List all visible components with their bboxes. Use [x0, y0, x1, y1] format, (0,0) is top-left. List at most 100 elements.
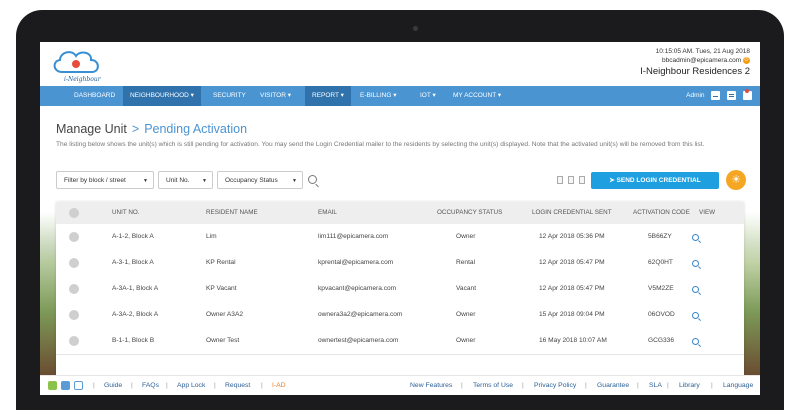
- activation-code: GCG336: [648, 337, 675, 344]
- notification-icon[interactable]: [743, 88, 752, 100]
- footer-link-terms[interactable]: Terms of Use: [473, 376, 513, 395]
- col-email[interactable]: EMAIL: [318, 202, 337, 224]
- page-title-main: Manage Unit: [56, 122, 127, 136]
- credential-sent-date: 12 Apr 2018 05:47 PM: [539, 285, 605, 292]
- unit-no: A-3A-1, Block A: [112, 285, 159, 292]
- col-resident-name[interactable]: RESIDENT NAME: [206, 202, 258, 224]
- activation-code: 06OVOD: [648, 311, 675, 318]
- table-row[interactable]: A-3-1, Block A KP Rental kprental@epicam…: [56, 250, 744, 277]
- footer-divider: |: [637, 382, 639, 389]
- nav-dashboard[interactable]: DASHBOARD: [66, 86, 123, 106]
- document-icon[interactable]: [727, 90, 737, 100]
- nav-iot[interactable]: IOT ▾: [412, 86, 444, 106]
- row-select-radio[interactable]: [69, 258, 79, 268]
- footer-link-privacy[interactable]: Privacy Policy: [534, 376, 576, 395]
- footer-divider: |: [214, 382, 216, 389]
- filter-unit-no[interactable]: Unit No. ▼: [158, 171, 213, 189]
- footer-link-library[interactable]: Library: [679, 376, 700, 395]
- footer-divider: |: [166, 382, 168, 389]
- apple-icon[interactable]: [61, 381, 70, 390]
- nav-my-account[interactable]: MY ACCOUNT ▾: [445, 86, 509, 106]
- profile-icon[interactable]: [711, 90, 721, 100]
- credential-sent-date: 16 May 2018 10:07 AM: [539, 337, 607, 344]
- print-icon[interactable]: [557, 176, 563, 184]
- filter-unit-no-label: Unit No.: [166, 177, 190, 184]
- resident-name: Owner Test: [206, 337, 240, 344]
- col-login-credential-sent[interactable]: LOGIN CREDENTIAL SENT: [532, 202, 612, 224]
- col-occupancy-status[interactable]: OCCUPANCY STATUS: [437, 202, 502, 224]
- unit-no: A-1-2, Block A: [112, 233, 154, 240]
- footer-link-guarantee[interactable]: Guarantee: [597, 376, 629, 395]
- occupancy-status: Owner: [456, 337, 476, 344]
- cloud-icon[interactable]: [74, 381, 83, 390]
- footer-link-sla[interactable]: SLA: [649, 376, 662, 395]
- table-row[interactable]: B-1-1, Block B Owner Test ownertest@epic…: [56, 328, 744, 355]
- footer-divider: |: [261, 382, 263, 389]
- app-logo[interactable]: i-Neighbour: [50, 46, 108, 83]
- filter-occupancy-label: Occupancy Status: [225, 177, 278, 184]
- nav-visitor[interactable]: VISITOR ▾: [252, 86, 299, 106]
- footer-link-language[interactable]: Language: [723, 376, 753, 395]
- footer-divider: |: [461, 382, 463, 389]
- resident-email: ownertest@epicamera.com: [318, 337, 399, 344]
- activation-code: 5B66ZY: [648, 233, 672, 240]
- page-description: The listing below shows the unit(s) whic…: [56, 141, 705, 148]
- row-select-radio[interactable]: [69, 284, 79, 294]
- footer-divider: |: [667, 382, 669, 389]
- footer-link-i-ad[interactable]: I-AD: [272, 376, 286, 395]
- estate-name: I-Neighbour Residences 2: [640, 66, 750, 77]
- footer-link-request[interactable]: Request: [225, 376, 250, 395]
- lightbulb-icon[interactable]: ☀: [726, 170, 746, 190]
- excel-icon[interactable]: [579, 176, 585, 184]
- resident-email: kpvacant@epicamera.com: [318, 285, 397, 292]
- table-row[interactable]: A-3A-1, Block A KP Vacant kpvacant@epica…: [56, 276, 744, 303]
- col-activation-code[interactable]: ACTIVATION CODE: [633, 202, 690, 224]
- footer-link-guide[interactable]: Guide: [104, 376, 122, 395]
- footer-link-app-lock[interactable]: App Lock: [177, 376, 205, 395]
- view-magnifier-icon[interactable]: [692, 338, 699, 345]
- user-email-row: bbcadmin@epicamera.com ⏻: [640, 56, 750, 65]
- app-header: i-Neighbour 10:15:05 AM. Tues, 21 Aug 20…: [40, 42, 760, 86]
- power-icon[interactable]: ⏻: [743, 56, 750, 64]
- activation-code: V5M2ZE: [648, 285, 674, 292]
- send-login-credential-button[interactable]: ➤ SEND LOGIN CREDENTIAL: [591, 172, 719, 189]
- table-row[interactable]: A-3A-2, Block A Owner A3A2 ownera3a2@epi…: [56, 302, 744, 329]
- filter-occupancy[interactable]: Occupancy Status ▼: [217, 171, 303, 189]
- nav-report[interactable]: REPORT ▾: [305, 86, 351, 106]
- nav-neighbourhood[interactable]: NEIGHBOURHOOD ▾: [123, 86, 201, 106]
- filter-block-street[interactable]: Filter by block / street ▼: [56, 171, 154, 189]
- select-all-radio[interactable]: [69, 208, 79, 218]
- search-icon[interactable]: [308, 175, 317, 184]
- nav-security[interactable]: SECURITY: [205, 86, 254, 106]
- pending-units-table: UNIT NO. RESIDENT NAME EMAIL OCCUPANCY S…: [56, 202, 744, 382]
- occupancy-status: Rental: [456, 259, 476, 266]
- nav-user-area: Admin: [686, 86, 752, 106]
- chevron-down-icon: ▼: [202, 178, 207, 184]
- camera-dot: [413, 26, 418, 31]
- footer-link-new-features[interactable]: New Features: [410, 376, 452, 395]
- row-select-radio[interactable]: [69, 336, 79, 346]
- view-magnifier-icon[interactable]: [692, 286, 699, 293]
- footer-divider: |: [93, 382, 95, 389]
- resident-email: lim111@epicamera.com: [318, 233, 389, 240]
- unit-no: A-3-1, Block A: [112, 259, 154, 266]
- occupancy-status: Vacant: [456, 285, 477, 292]
- view-magnifier-icon[interactable]: [692, 260, 699, 267]
- activation-code: 62Q0HT: [648, 259, 673, 266]
- col-unit-no[interactable]: UNIT NO.: [112, 202, 140, 224]
- row-select-radio[interactable]: [69, 310, 79, 320]
- footer-divider: |: [585, 382, 587, 389]
- nav-ebilling[interactable]: E-BILLING ▾: [352, 86, 405, 106]
- row-select-radio[interactable]: [69, 232, 79, 242]
- resident-name: KP Vacant: [206, 285, 237, 292]
- unit-no: A-3A-2, Block A: [112, 311, 159, 318]
- resident-name: Lim: [206, 233, 217, 240]
- view-magnifier-icon[interactable]: [692, 234, 699, 241]
- footer-link-faqs[interactable]: FAQs: [142, 376, 159, 395]
- android-icon[interactable]: [48, 381, 57, 390]
- pdf-icon[interactable]: [568, 176, 574, 184]
- view-magnifier-icon[interactable]: [692, 312, 699, 319]
- logo-text: i-Neighbour: [64, 76, 101, 83]
- unit-no: B-1-1, Block B: [112, 337, 155, 344]
- table-row[interactable]: A-1-2, Block A Lim lim111@epicamera.com …: [56, 224, 744, 251]
